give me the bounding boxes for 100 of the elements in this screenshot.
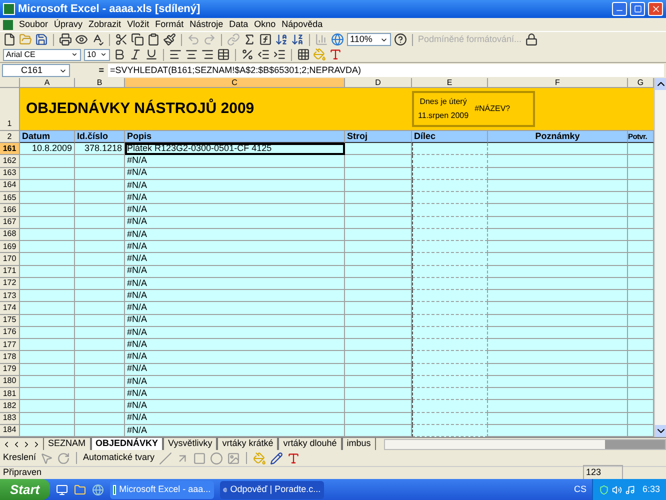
underline-icon[interactable]: [145, 48, 158, 61]
fill-color-icon[interactable]: [313, 48, 326, 61]
spell-check-icon[interactable]: [91, 33, 104, 46]
sort-descending-icon[interactable]: [291, 33, 304, 46]
sheet-tab[interactable]: OBJEDNÁVKY: [90, 438, 164, 450]
close-button[interactable]: [648, 2, 663, 16]
row-header[interactable]: 167: [0, 216, 20, 229]
align-right-icon[interactable]: [201, 48, 214, 61]
row-header[interactable]: 173: [0, 290, 20, 302]
column-header[interactable]: D: [345, 78, 412, 88]
column-header[interactable]: A: [20, 78, 75, 88]
maximize-button[interactable]: [630, 2, 645, 16]
column-header[interactable]: G: [628, 78, 654, 88]
preview-icon[interactable]: [75, 33, 88, 46]
new-file-icon[interactable]: [3, 33, 16, 46]
sheet-tab[interactable]: imbus: [342, 438, 376, 450]
row-header[interactable]: 168: [0, 228, 20, 241]
row-header[interactable]: 178: [0, 351, 20, 364]
taskbar-button[interactable]: Microsoft Excel - aaa...: [110, 480, 214, 498]
row-header[interactable]: 162: [0, 155, 20, 168]
scroll-up-icon[interactable]: [655, 78, 666, 90]
font-color-icon[interactable]: [286, 452, 300, 464]
menu-item[interactable]: Nápověda: [282, 18, 323, 32]
taskbar-button[interactable]: Odpověď | Poradte.c...: [220, 480, 324, 498]
last-sheet-icon[interactable]: [32, 440, 41, 448]
scroll-down-icon[interactable]: [655, 425, 666, 437]
column-header[interactable]: F: [488, 78, 628, 88]
row-header[interactable]: 181: [0, 388, 20, 400]
sheet-tab[interactable]: vrtáky krátké: [217, 438, 278, 450]
globe-icon[interactable]: [331, 33, 344, 46]
row-header[interactable]: 163: [0, 168, 20, 180]
language-indicator[interactable]: CS: [574, 482, 586, 496]
row-header[interactable]: 182: [0, 400, 20, 412]
row-header[interactable]: 165: [0, 192, 20, 204]
function-icon[interactable]: [259, 33, 272, 46]
folder-icon[interactable]: [74, 484, 86, 496]
font-size-dropdown[interactable]: 10: [84, 48, 110, 60]
column-header[interactable]: B: [75, 78, 125, 88]
previous-sheet-icon[interactable]: [12, 440, 21, 448]
menu-item[interactable]: Soubor: [19, 18, 48, 32]
row-header[interactable]: 177: [0, 339, 20, 352]
row-header[interactable]: 171: [0, 266, 20, 278]
sort-ascending-icon[interactable]: [275, 33, 288, 46]
borders-icon[interactable]: [297, 48, 310, 61]
save-icon[interactable]: [35, 33, 48, 46]
row-header[interactable]: 183: [0, 412, 20, 425]
italic-icon[interactable]: [129, 48, 142, 61]
percent-icon[interactable]: [241, 48, 254, 61]
row-header[interactable]: 164: [0, 180, 20, 192]
align-center-icon[interactable]: [185, 48, 198, 61]
copy-icon[interactable]: [131, 33, 144, 46]
fill-color-icon[interactable]: [252, 452, 266, 464]
speaker-icon[interactable]: [612, 484, 622, 494]
help-icon[interactable]: [394, 33, 407, 46]
row-header[interactable]: 184: [0, 424, 20, 437]
shield-icon[interactable]: [599, 484, 610, 494]
merge-cells-icon[interactable]: [217, 48, 230, 61]
outdent-icon[interactable]: [257, 48, 270, 61]
menu-item[interactable]: Úpravy: [54, 18, 83, 32]
menu-item[interactable]: Data: [229, 18, 248, 32]
clipboard-icon[interactable]: [147, 33, 160, 46]
row-header[interactable]: 174: [0, 302, 20, 314]
column-header[interactable]: E: [412, 78, 488, 88]
sheet-tab[interactable]: Vysvětlivky: [163, 438, 218, 450]
row-header[interactable]: 170: [0, 253, 20, 266]
printer-icon[interactable]: [59, 33, 72, 46]
menu-item[interactable]: Vložit: [127, 18, 150, 32]
formula-field[interactable]: =SVYHLEDAT(B161;SEZNAM!$A$2:$B$65301;2;NEPRAVDA): [108, 64, 664, 77]
row-header[interactable]: 166: [0, 204, 20, 216]
font-dropdown[interactable]: Arial CE: [3, 48, 81, 60]
font-color-icon[interactable]: [329, 48, 342, 61]
vertical-scrollbar[interactable]: [654, 78, 666, 437]
row-header[interactable]: 175: [0, 314, 20, 327]
sigma-icon[interactable]: [243, 33, 256, 46]
row-header[interactable]: 176: [0, 326, 20, 339]
horizontal-scrollbar[interactable]: [384, 438, 666, 450]
row-header[interactable]: 2: [0, 131, 20, 143]
minimize-button[interactable]: [612, 2, 627, 16]
name-box[interactable]: C161: [2, 64, 70, 77]
desktop-icon[interactable]: [56, 484, 68, 496]
indent-icon[interactable]: [273, 48, 286, 61]
menu-item[interactable]: Nástroje: [190, 18, 224, 32]
align-left-icon[interactable]: [169, 48, 182, 61]
row-header[interactable]: 1: [0, 88, 20, 131]
row-header[interactable]: 161: [0, 143, 20, 156]
row-header[interactable]: 169: [0, 241, 20, 254]
row-header[interactable]: 180: [0, 376, 20, 388]
sheet-tab[interactable]: vrtáky dlouhé: [278, 438, 342, 450]
row-header[interactable]: 179: [0, 364, 20, 376]
zoom-dropdown[interactable]: 110%: [347, 33, 391, 46]
row-header[interactable]: 172: [0, 278, 20, 290]
first-sheet-icon[interactable]: [2, 440, 11, 448]
music-icon[interactable]: [625, 484, 636, 494]
menu-item[interactable]: Zobrazit: [88, 18, 122, 32]
next-sheet-icon[interactable]: [22, 440, 31, 448]
bold-icon[interactable]: [113, 48, 126, 61]
scissors-icon[interactable]: [115, 33, 128, 46]
menu-item[interactable]: Okno: [254, 18, 276, 32]
paintbrush-icon[interactable]: [163, 33, 176, 46]
pencil-icon[interactable]: [270, 452, 283, 464]
